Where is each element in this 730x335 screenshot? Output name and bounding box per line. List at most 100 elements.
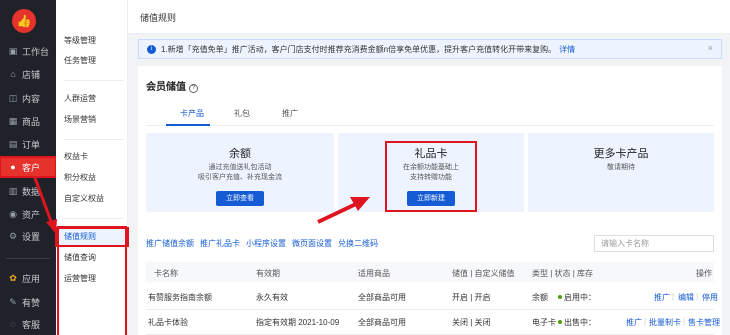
notice-banner: i 1.新增「充值免单」推广活动，客户门店支付时推荐充消费金额n倍享免单优惠，提…: [138, 39, 722, 59]
section-title: 会员储值?: [146, 78, 198, 93]
table-header: 卡名称 有效期 适用商品 储值 | 自定义储值 类型 | 状态 | 库存 操作: [146, 262, 714, 282]
card-title: 更多卡产品: [593, 148, 649, 160]
column-header: 有效期: [256, 269, 280, 278]
subnav-item-crowd[interactable]: 人群运营: [56, 90, 128, 108]
nav-item-workbench[interactable]: ▣ 工作台: [0, 41, 56, 61]
nav-label: 店铺: [22, 69, 41, 80]
op-promote[interactable]: 推广: [626, 317, 642, 328]
nav-label: 订单: [22, 139, 41, 150]
subnav-item-benefit-card[interactable]: 权益卡: [56, 148, 128, 166]
status-dot: [558, 320, 562, 324]
op-edit[interactable]: 编辑: [678, 292, 694, 303]
tab-bar: 卡产品 礼包 推广: [146, 106, 714, 126]
store-icon: ⌂: [10, 69, 16, 79]
card-desc-line: 吸引客户充值、补充现金流: [198, 174, 282, 181]
column-header: 适用商品: [358, 269, 390, 278]
cell-stored-value: 关闭 | 关闭: [452, 318, 491, 327]
notice-detail-link[interactable]: 详情: [559, 44, 575, 55]
asset-icon: ◉: [9, 208, 17, 219]
op-promote[interactable]: 推广: [654, 292, 670, 303]
dashboard-icon: ▣: [8, 45, 18, 56]
subnav-item-stored-value-query[interactable]: 储值查询: [56, 249, 128, 267]
table-row: 有赞服务指南余额 永久有效 全部商品可用 开启 | 开启 余额 启用中： 推广 …: [146, 286, 718, 310]
op-batch-make-card[interactable]: 批量制卡: [649, 317, 681, 328]
nav-item-data[interactable]: ▥ 数据: [0, 181, 56, 201]
nav-label: 客服: [22, 319, 41, 330]
tab-card-products[interactable]: 卡产品: [180, 108, 204, 119]
nav-label: 数据: [22, 186, 41, 197]
close-icon[interactable]: ×: [708, 43, 713, 53]
promo-link[interactable]: 推广礼品卡: [200, 238, 240, 249]
cell-name: 礼品卡体验: [148, 318, 188, 327]
goods-icon: ▦: [8, 115, 18, 126]
tab-gift-pack[interactable]: 礼包: [234, 108, 250, 119]
status-dot: [558, 295, 562, 299]
card-more-products: 更多卡产品 敬请期待: [528, 133, 714, 212]
column-header: 卡名称: [154, 269, 178, 278]
nav-item-service[interactable]: ◌ 客服: [0, 314, 56, 334]
subnav-item-task[interactable]: 任务管理: [56, 52, 128, 70]
promo-link[interactable]: 小程序设置: [246, 238, 286, 249]
customer-icon: ●: [10, 162, 16, 172]
card-title: 余额: [229, 148, 251, 160]
nav-item-customer[interactable]: ● 客户: [0, 156, 57, 178]
subnav-item-level[interactable]: 等级管理: [56, 32, 128, 50]
apps-icon: ✿: [9, 272, 17, 283]
section-title-text: 会员储值: [146, 82, 186, 93]
op-disable[interactable]: 停用: [702, 292, 718, 303]
card-desc-line: 敬请期待: [607, 164, 635, 171]
view-now-button[interactable]: 立即查看: [216, 191, 264, 206]
youzan-icon: ✎: [9, 296, 17, 307]
nav-item-goods[interactable]: ▦ 商品: [0, 111, 56, 131]
info-icon: i: [147, 44, 156, 54]
op-card-sales[interactable]: 售卡管理: [688, 317, 720, 328]
cell-status: 出售中：: [558, 317, 596, 328]
nav-item-youzan[interactable]: ✎ 有赞: [0, 292, 56, 312]
subnav-item-custom-benefit[interactable]: 自定义权益: [56, 190, 128, 208]
cell-validity: 永久有效: [256, 293, 288, 302]
cell-stored-value: 开启 | 开启: [452, 293, 491, 302]
column-header: 类型 | 状态 | 库存: [532, 269, 594, 278]
youzan-logo[interactable]: 👍: [12, 9, 36, 33]
nav-item-store[interactable]: ⌂ 店铺: [0, 64, 56, 84]
subnav-item-points[interactable]: 积分权益: [56, 169, 128, 187]
card-name-search-input[interactable]: 请输入卡名称: [594, 235, 714, 252]
nav-divider: [6, 258, 50, 259]
promo-link[interactable]: 兑换二维码: [338, 238, 378, 249]
promo-link[interactable]: 微页面设置: [292, 238, 332, 249]
op-separator: |: [644, 317, 647, 326]
card-desc: 敬请期待: [528, 163, 714, 173]
table-row: 礼品卡体验 指定有效期 2021-10-09 全部商品可用 关闭 | 关闭 电子…: [146, 311, 720, 335]
nav-item-asset[interactable]: ◉ 资产: [0, 204, 56, 224]
page-title: 储值规则: [140, 13, 177, 23]
settings-icon: ⚙: [8, 230, 18, 241]
subnav-item-scene[interactable]: 场景营销: [56, 111, 128, 129]
order-icon: ▤: [8, 138, 18, 149]
nav-item-content[interactable]: ◫ 内容: [0, 88, 56, 108]
main-sidebar: 👍 ▣ 工作台 ⌂ 店铺 ◫ 内容 ▦ 商品 ▤ 订单 ● 客户 ▥ 数据 ◉ …: [0, 0, 57, 335]
data-icon: ▥: [8, 185, 18, 196]
cell-status: 启用中：: [558, 292, 596, 303]
promo-link[interactable]: 推广储值余额: [146, 238, 194, 249]
op-separator: |: [696, 292, 699, 301]
cell-goods: 全部商品可用: [358, 293, 406, 302]
cell-validity: 指定有效期 2021-10-09: [256, 318, 340, 327]
notice-text: 1.新增「充值免单」推广活动，客户门店支付时推荐充消费金额n倍享免单优惠，提升客…: [161, 44, 557, 54]
subnav-divider: [64, 218, 124, 219]
active-tab-indicator: [166, 124, 210, 126]
subnav-item-stored-value-rules[interactable]: 储值规则: [55, 227, 129, 247]
nav-label: 商品: [22, 116, 41, 127]
tab-promotion[interactable]: 推广: [282, 108, 298, 119]
nav-item-apps[interactable]: ✿ 应用: [0, 268, 56, 288]
cell-goods: 全部商品可用: [358, 318, 406, 327]
help-icon[interactable]: ?: [189, 84, 198, 93]
card-desc: 通过充值送礼包活动 吸引客户充值、补充现金流: [146, 163, 334, 183]
op-separator: |: [672, 292, 675, 301]
nav-label: 客户: [22, 162, 41, 173]
cell-name: 有赞服务指南余额: [148, 293, 212, 302]
nav-item-order[interactable]: ▤ 订单: [0, 134, 56, 154]
content-icon: ◫: [8, 92, 18, 103]
nav-item-settings[interactable]: ⚙ 设置: [0, 226, 56, 246]
subnav-item-operation[interactable]: 运营管理: [56, 270, 128, 288]
nav-label: 资产: [22, 209, 41, 220]
